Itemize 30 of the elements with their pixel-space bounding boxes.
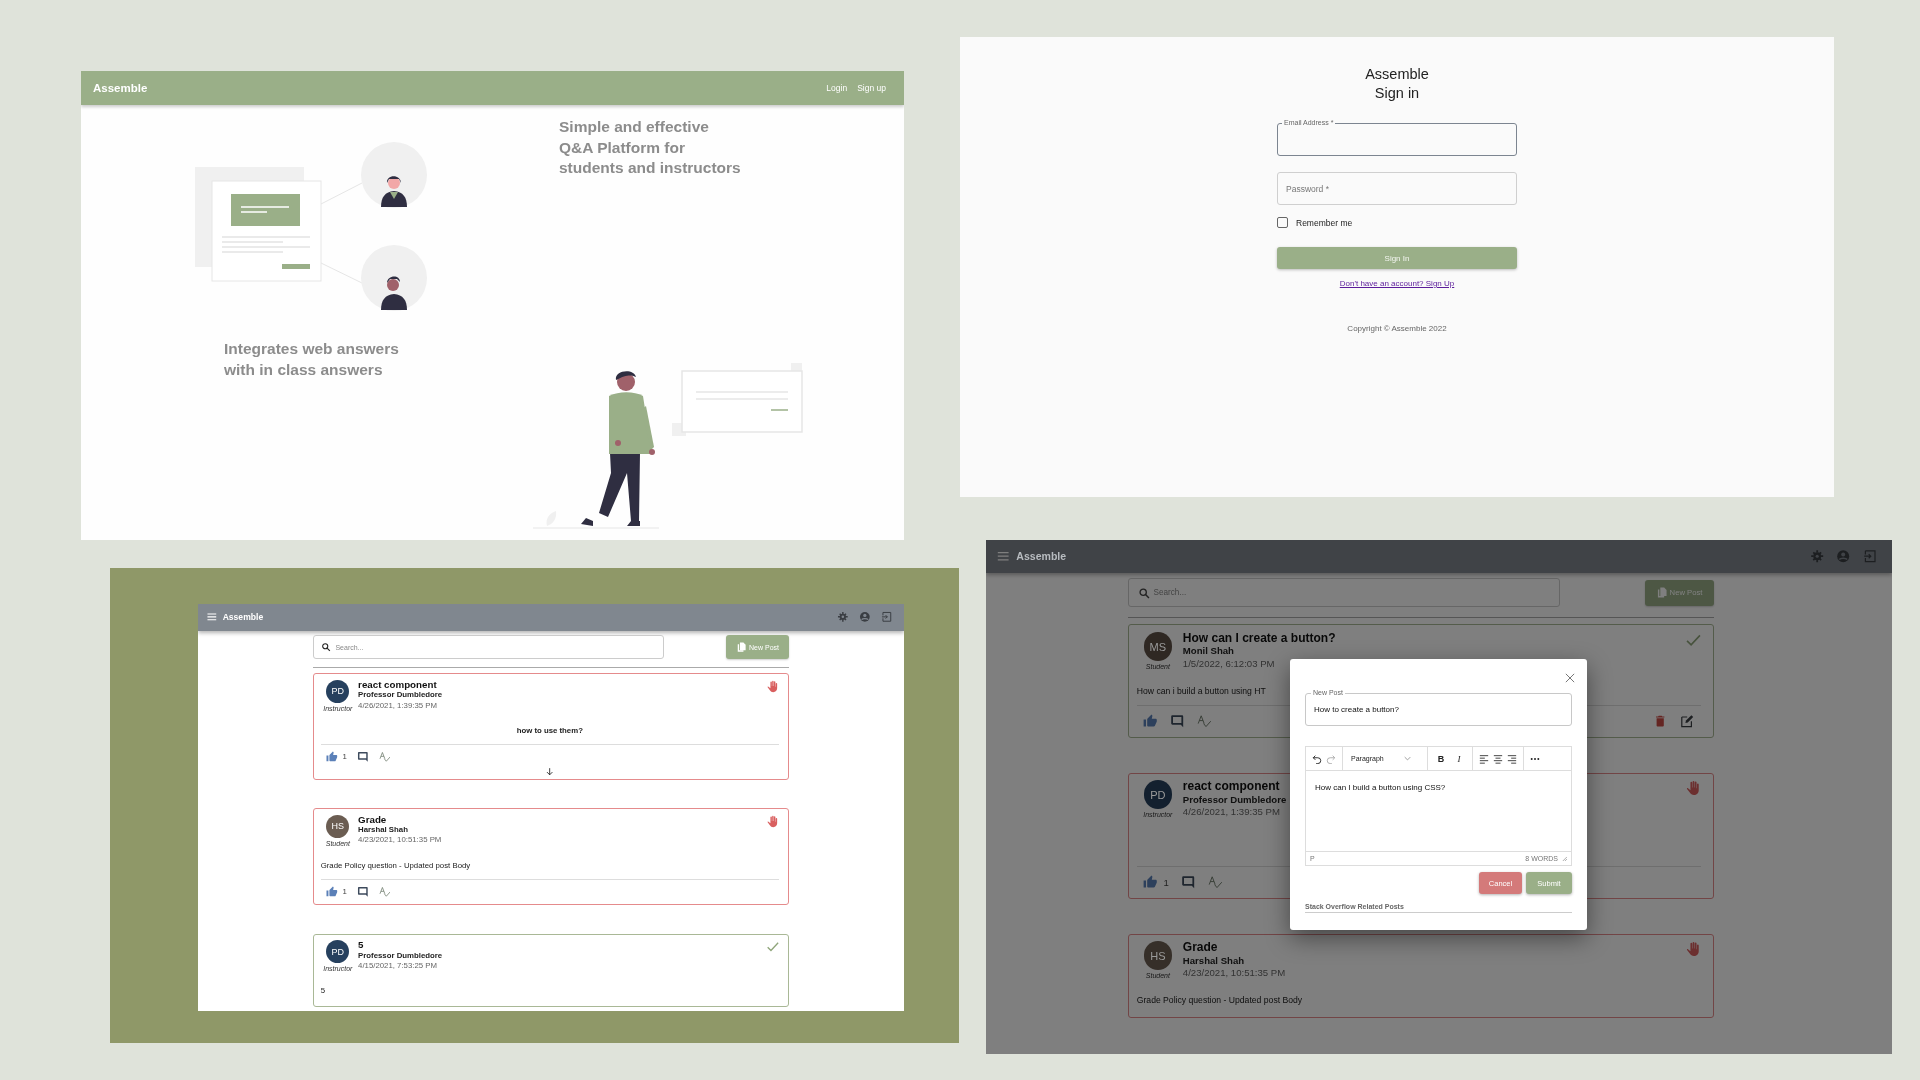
author-name: Monil Shah	[1182, 645, 1234, 658]
avatar: HS	[326, 814, 350, 838]
post-date: 4/23/2021, 10:51:35 PM	[1182, 967, 1286, 980]
copyright-text: Copyright © Assemble 2022	[1346, 324, 1448, 333]
brand-name: Assemble	[1364, 65, 1430, 84]
post-date: 1/5/2022, 6:12:03 PM	[1182, 657, 1275, 671]
post-title: Grade	[1182, 941, 1218, 955]
avatar: PD	[326, 679, 350, 703]
post-title: Grade	[358, 814, 387, 826]
post-body: Grade Policy question - Updated post Body	[1136, 995, 1303, 1006]
avatar: PD	[326, 940, 350, 964]
checkbox-label: Remember me	[1296, 217, 1353, 228]
post-title: How can I create a button?	[1182, 632, 1336, 646]
form-title: Sign in	[1373, 84, 1421, 103]
post-title: react component	[358, 679, 437, 691]
post-title: 5	[358, 940, 364, 951]
app-title: Assemble	[222, 612, 265, 623]
like-count: 1	[1163, 876, 1169, 888]
app-title: Assemble	[1016, 550, 1067, 563]
tagline: Integrates web answers with in class answers	[224, 339, 399, 380]
avatar: HS	[1143, 941, 1173, 971]
avatar: MS	[1143, 632, 1173, 661]
author-name: Harshal Shah	[1182, 954, 1245, 968]
brand-name: Assemble	[93, 82, 149, 94]
post-title: react component	[1182, 780, 1280, 794]
post-body: How can i build a button using HT	[1136, 685, 1266, 696]
post-date: 4/26/2021, 1:39:35 PM	[1182, 806, 1280, 819]
author-name: Professor Dumbledore	[1182, 793, 1287, 806]
headline: Simple and effective Q&A Platform for students and instructors	[559, 117, 741, 178]
avatar: PD	[1143, 780, 1173, 810]
